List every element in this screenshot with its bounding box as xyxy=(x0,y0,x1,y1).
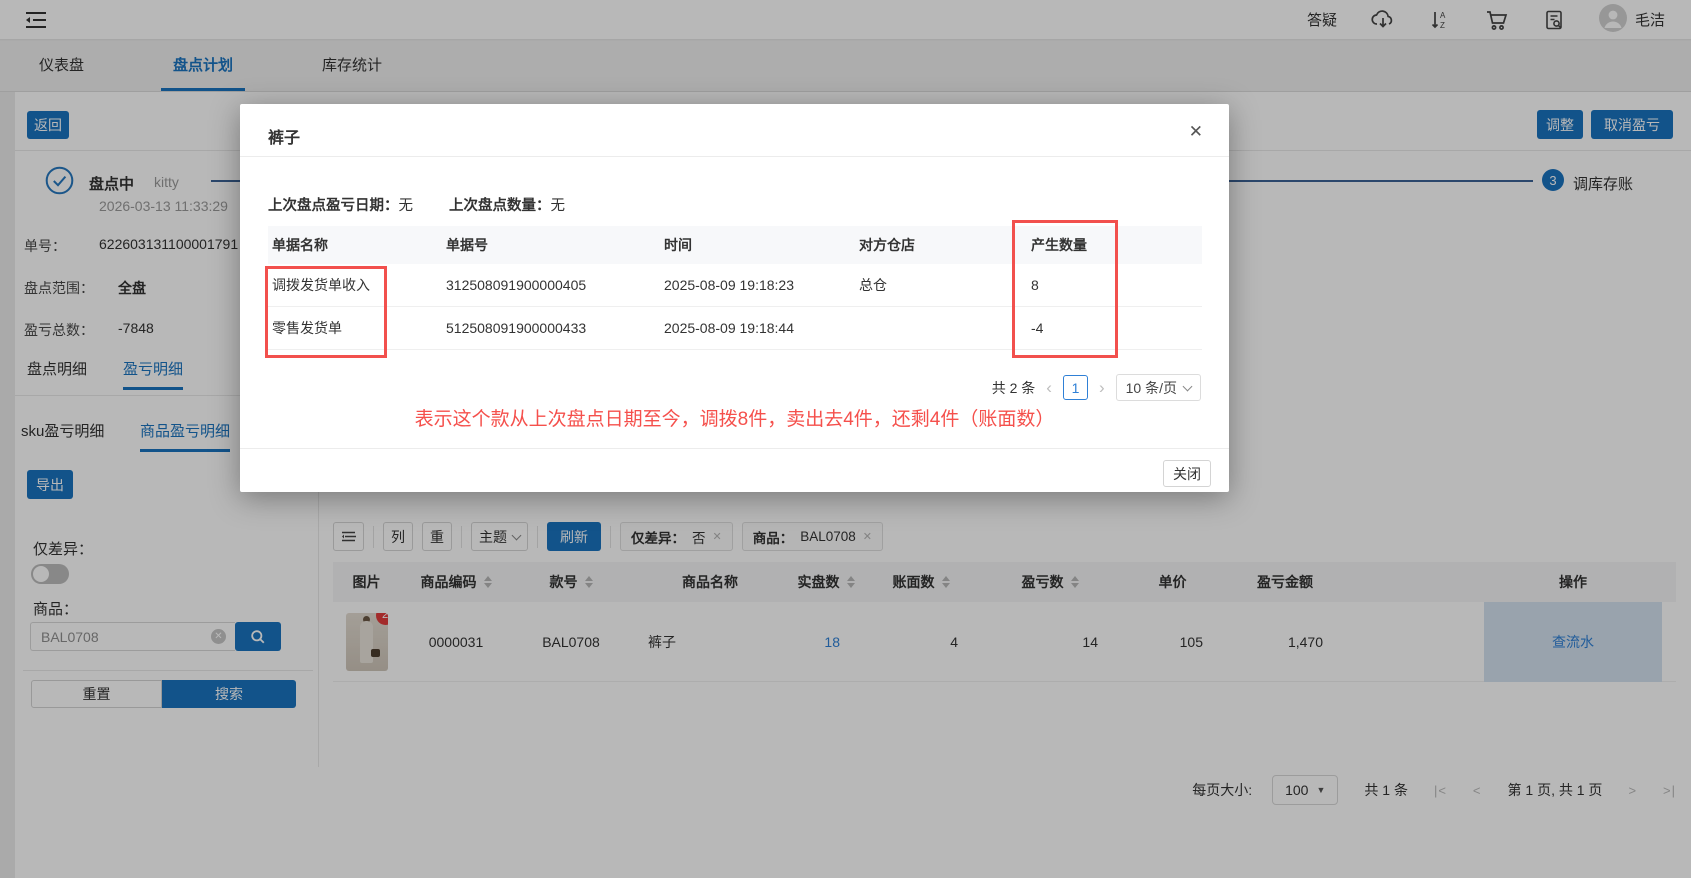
chevron-down-icon xyxy=(1182,381,1193,391)
document-table: 单据名称 单据号 时间 对方仓店 产生数量 调拨发货单收入 3125080919… xyxy=(268,226,1202,350)
table-header-row: 单据名称 单据号 时间 对方仓店 产生数量 xyxy=(268,226,1202,264)
cell-time: 2025-08-09 19:18:44 xyxy=(664,320,794,336)
cell-time: 2025-08-09 19:18:23 xyxy=(664,277,794,293)
col-time: 时间 xyxy=(664,237,692,253)
last-count-label: 上次盘点数量： xyxy=(449,198,551,214)
modal-page-size-select[interactable]: 10 条/页 xyxy=(1115,374,1201,401)
table-row: 调拨发货单收入 312508091900000405 2025-08-09 19… xyxy=(268,264,1202,307)
cell-counter-store: 总仓 xyxy=(859,277,887,293)
cell-doc-no: 512508091900000433 xyxy=(446,320,587,336)
cell-doc-no: 312508091900000405 xyxy=(446,277,587,293)
cell-qty: 8 xyxy=(1031,277,1039,293)
col-doc-name: 单据名称 xyxy=(272,237,328,253)
col-counter-store: 对方仓店 xyxy=(859,237,915,253)
col-qty: 产生数量 xyxy=(1031,237,1087,253)
cell-doc-name: 零售发货单 xyxy=(272,320,342,336)
table-row: 零售发货单 512508091900000433 2025-08-09 19:1… xyxy=(268,307,1202,350)
modal-info-line: 上次盘点盈亏日期：无 上次盘点数量：无 xyxy=(268,194,565,215)
modal-pagination: 共 2 条 ‹ 1 › 10 条/页 xyxy=(992,374,1201,401)
annotation-text: 表示这个款从上次盘点日期至今，调拨8件，卖出去4件，还剩4件（账面数） xyxy=(414,409,1055,430)
last-pl-date-label: 上次盘点盈亏日期： xyxy=(268,198,399,214)
cell-qty: -4 xyxy=(1031,320,1044,336)
prev-page-icon[interactable]: ‹ xyxy=(1046,378,1052,398)
next-page-icon[interactable]: › xyxy=(1099,378,1105,398)
product-flow-modal: 裤子 ✕ 上次盘点盈亏日期：无 上次盘点数量：无 单据名称 单据号 时间 对方仓… xyxy=(240,104,1229,492)
modal-close-button[interactable]: 关闭 xyxy=(1163,460,1211,487)
divider xyxy=(240,448,1229,449)
modal-page-size-value: 10 条/页 xyxy=(1125,379,1177,396)
modal-title: 裤子 xyxy=(268,130,301,147)
last-count-value: 无 xyxy=(550,198,566,214)
col-doc-no: 单据号 xyxy=(446,237,488,253)
close-icon[interactable]: ✕ xyxy=(1189,122,1203,142)
current-page[interactable]: 1 xyxy=(1062,375,1088,400)
cell-doc-name: 调拨发货单收入 xyxy=(272,277,370,293)
divider xyxy=(240,156,1229,157)
last-pl-date-value: 无 xyxy=(398,198,414,214)
modal-total-count: 共 2 条 xyxy=(991,379,1036,396)
